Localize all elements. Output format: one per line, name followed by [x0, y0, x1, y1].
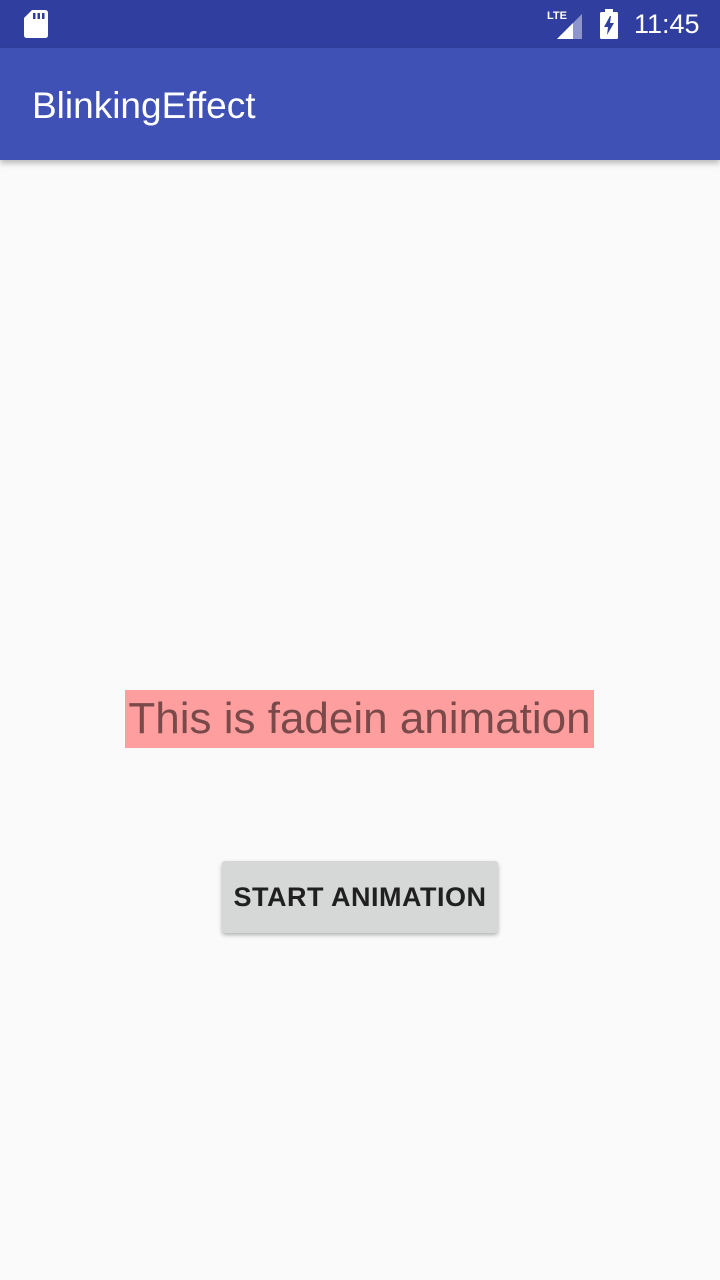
status-time: 11:45 [634, 9, 700, 39]
app-title: BlinkingEffect [32, 85, 256, 126]
app-bar: BlinkingEffect [0, 48, 720, 160]
fadein-text: This is fadein animation [125, 690, 594, 748]
battery-charging-icon [599, 9, 619, 39]
start-animation-button[interactable]: START ANIMATION [222, 861, 498, 933]
main-content: This is fadein animation START ANIMATION [0, 160, 720, 1280]
lte-label: LTE [547, 10, 567, 22]
lte-signal-icon: LTE [546, 8, 584, 40]
sd-card-icon [24, 10, 48, 38]
status-bar: LTE 11:45 [0, 0, 720, 48]
